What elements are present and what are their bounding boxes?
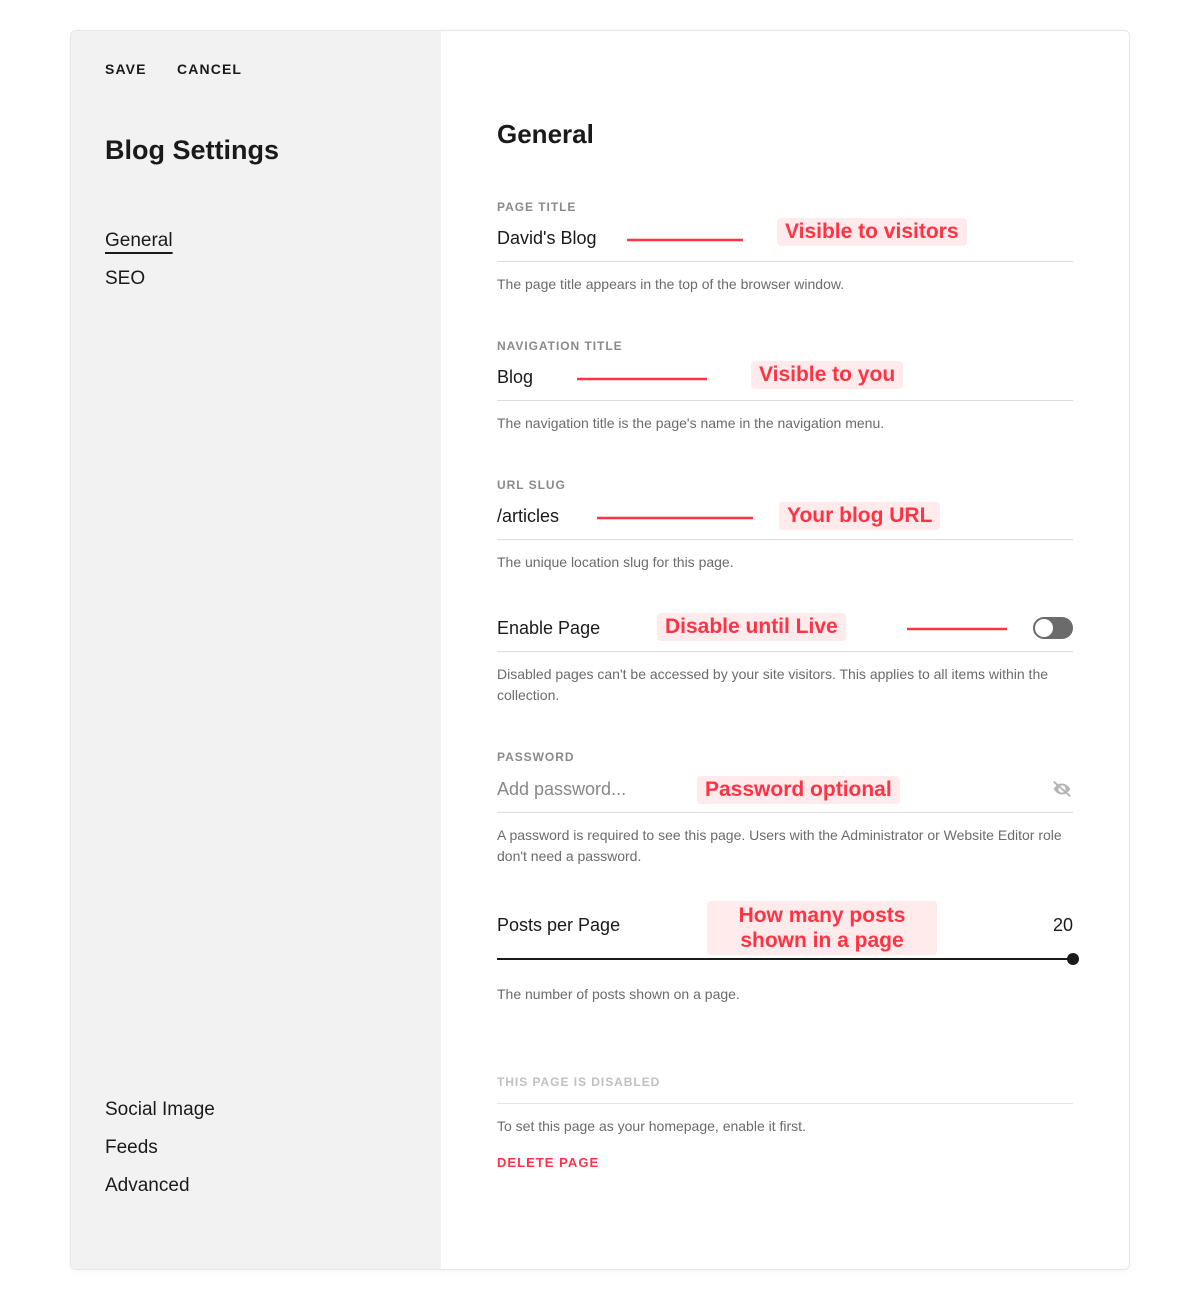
section-url-slug: URL SLUG The unique location slug for th… [497,478,1073,573]
disabled-help: To set this page as your homepage, enabl… [497,1116,1073,1137]
disabled-label: THIS PAGE IS DISABLED [497,1075,1073,1104]
toggle-knob [1035,619,1053,637]
page-title-label: PAGE TITLE [497,200,1073,214]
slider-thumb[interactable] [1067,953,1079,965]
password-help: A password is required to see this page.… [497,825,1073,867]
posts-per-page-value: 20 [1053,915,1073,936]
password-input[interactable] [497,779,1051,800]
url-slug-help: The unique location slug for this page. [497,552,1073,573]
main-panel: General PAGE TITLE The page title appear… [441,31,1129,1269]
nav-title-help: The navigation title is the page's name … [497,413,1073,434]
section-enable-page: Enable Page Disabled pages can't be acce… [497,617,1073,706]
posts-per-page-help: The number of posts shown on a page. [497,984,1073,1005]
posts-per-page-label: Posts per Page [497,915,620,936]
nav-title-label: NAVIGATION TITLE [497,339,1073,353]
section-posts-per-page: Posts per Page 20 The number of posts sh… [497,911,1073,1005]
url-slug-label: URL SLUG [497,478,1073,492]
section-page-title: PAGE TITLE The page title appears in the… [497,200,1073,295]
nav-item-advanced[interactable]: Advanced [105,1167,407,1205]
enable-page-help: Disabled pages can't be accessed by your… [497,664,1073,706]
nav-item-seo[interactable]: SEO [105,260,407,298]
visibility-off-icon[interactable] [1051,778,1073,800]
password-label: PASSWORD [497,750,1073,764]
posts-per-page-slider[interactable] [497,958,1073,960]
sidebar-title: Blog Settings [105,135,407,166]
section-password: PASSWORD A password is required to see t… [497,750,1073,867]
page-title-input[interactable] [497,228,1073,249]
url-slug-input[interactable] [497,506,1073,527]
nav-group-2: Social Image Feeds Advanced [105,1091,407,1205]
nav-item-general[interactable]: General [105,222,407,260]
nav-group-1: General SEO [105,222,407,298]
sidebar: SAVE CANCEL Blog Settings General SEO So… [71,31,441,1269]
enable-page-label: Enable Page [497,618,600,639]
enable-page-toggle[interactable] [1033,617,1073,639]
page-title-help: The page title appears in the top of the… [497,274,1073,295]
nav-title-input[interactable] [497,367,1073,388]
cancel-button[interactable]: CANCEL [177,61,242,77]
settings-window: SAVE CANCEL Blog Settings General SEO So… [70,30,1130,1270]
main-heading: General [497,119,1073,150]
delete-page-button[interactable]: DELETE PAGE [497,1155,599,1170]
nav-item-feeds[interactable]: Feeds [105,1129,407,1167]
nav-item-social-image[interactable]: Social Image [105,1091,407,1129]
save-button[interactable]: SAVE [105,61,147,77]
action-row: SAVE CANCEL [105,61,407,79]
section-nav-title: NAVIGATION TITLE The navigation title is… [497,339,1073,434]
section-disabled: THIS PAGE IS DISABLED To set this page a… [497,1075,1073,1172]
